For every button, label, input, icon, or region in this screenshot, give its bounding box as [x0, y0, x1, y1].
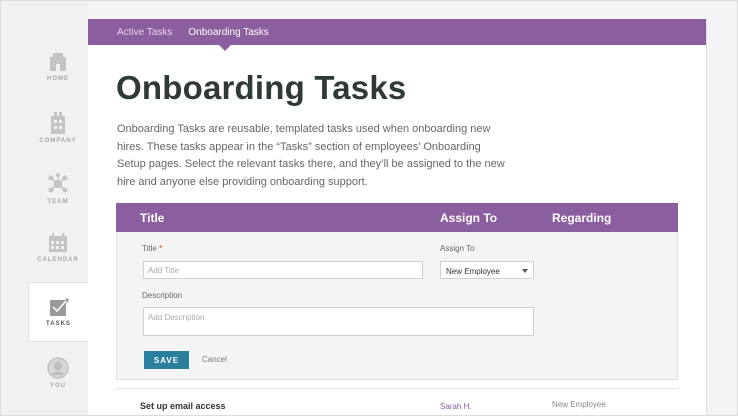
sidebar-item-home[interactable]: HOME: [28, 38, 88, 98]
cancel-button[interactable]: Cancel: [202, 355, 227, 364]
sidebar-item-label: CALENDAR: [37, 257, 79, 263]
tab-active-tasks[interactable]: Active Tasks: [117, 27, 172, 38]
task-assignee[interactable]: Sarah H.: [440, 402, 472, 411]
chevron-down-icon: [522, 269, 528, 273]
description-input[interactable]: [143, 307, 534, 336]
required-marker: *: [159, 244, 163, 253]
tab-bar: Active Tasks Onboarding Tasks: [88, 19, 706, 45]
building-icon: [51, 112, 65, 134]
calendar-icon: [49, 233, 67, 252]
sidebar-item-label: TASKS: [46, 321, 71, 327]
task-title: Set up email access: [140, 401, 226, 411]
task-regarding: New Employee: [552, 400, 606, 409]
assign-to-selected-value: New Employee: [446, 267, 500, 276]
sidebar-item-tasks[interactable]: TASKS: [28, 282, 88, 342]
table-header: Title Assign To Regarding: [116, 203, 678, 232]
sidebar-item-label: YOU: [49, 383, 66, 389]
active-tab-indicator: [219, 45, 231, 51]
tasks-table: Title Assign To Regarding Title * Assign…: [116, 203, 678, 416]
checkmark-icon: [49, 297, 69, 316]
title-input[interactable]: [143, 261, 423, 279]
table-row[interactable]: Set up email access Sarah H. New Employe…: [116, 388, 678, 416]
page-description: Onboarding Tasks are reusable, templated…: [117, 123, 505, 188]
assign-to-select[interactable]: New Employee: [440, 261, 534, 279]
sidebar-item-you[interactable]: YOU: [28, 343, 88, 403]
sidebar-item-calendar[interactable]: CALENDAR: [28, 219, 88, 279]
title-field-label: Title *: [142, 244, 163, 253]
sidebar-nav: HOME COMPANY TEAM CALENDAR TASKS YOU: [0, 0, 88, 416]
sidebar-item-team[interactable]: TEAM: [28, 159, 88, 219]
description-field-label: Description: [142, 291, 183, 300]
assign-to-field-label: Assign To: [440, 244, 475, 253]
new-task-form: Title * Assign To New Employee Descripti…: [116, 232, 678, 380]
avatar-icon: [47, 357, 69, 379]
team-network-icon: [48, 173, 68, 193]
sidebar-item-label: HOME: [47, 76, 69, 82]
column-header-title: Title: [140, 211, 165, 225]
sidebar-item-company[interactable]: COMPANY: [28, 98, 88, 158]
home-icon: [50, 53, 66, 71]
sidebar-item-label: COMPANY: [39, 138, 77, 144]
column-header-regarding: Regarding: [552, 211, 612, 225]
page-title: Onboarding Tasks: [116, 69, 407, 106]
main-panel: Active Tasks Onboarding Tasks Onboarding…: [88, 19, 707, 416]
sidebar-item-label: TEAM: [47, 199, 69, 205]
save-button[interactable]: SAVE: [144, 351, 189, 369]
tab-onboarding-tasks[interactable]: Onboarding Tasks: [188, 27, 268, 38]
column-header-assign-to: Assign To: [440, 211, 498, 225]
